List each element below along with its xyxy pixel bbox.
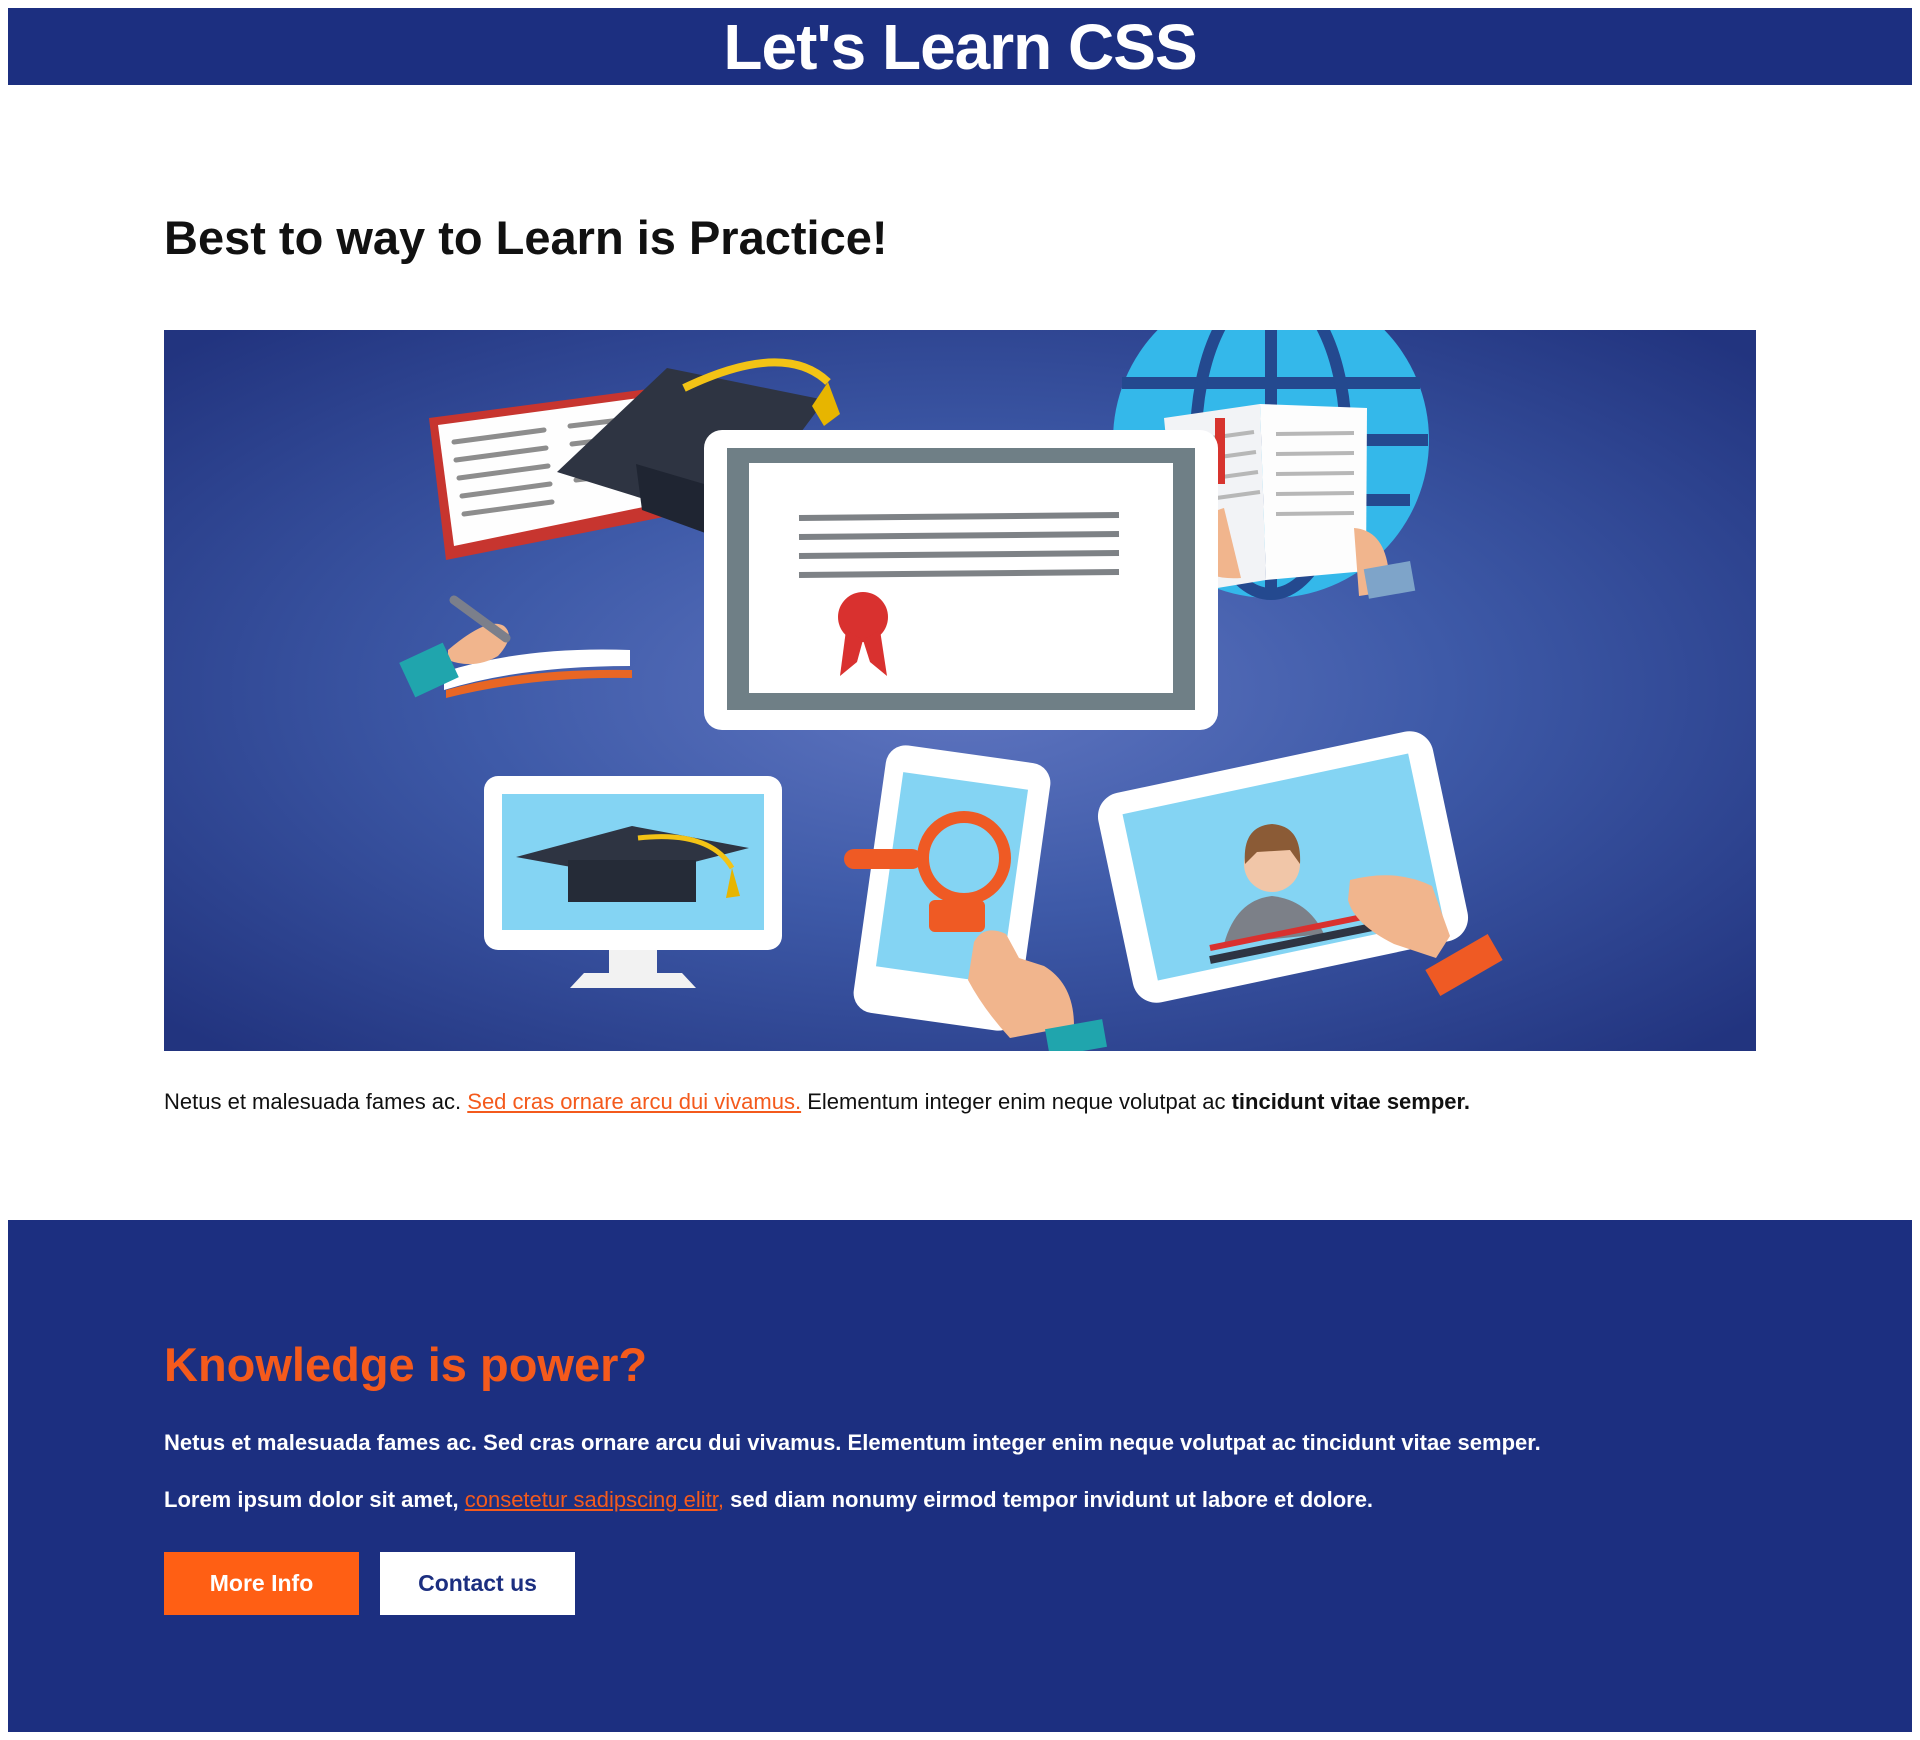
intro-paragraph-bold: tincidunt vitae semper. bbox=[1231, 1088, 1470, 1114]
intro-section: Best to way to Learn is Practice! Netus … bbox=[8, 85, 1912, 1118]
contact-us-button[interactable]: Contact us bbox=[380, 1552, 575, 1616]
cta-heading: Knowledge is power? bbox=[164, 1338, 648, 1391]
cta-paragraph-2-lead: Lorem ipsum dolor sit amet, bbox=[164, 1486, 465, 1512]
intro-paragraph: Netus et malesuada fames ac. Sed cras or… bbox=[164, 1086, 1756, 1118]
cta-paragraph-2-tail: sed diam nonumy eirmod tempor invidunt u… bbox=[723, 1486, 1374, 1512]
cta-paragraph-1: Netus et malesuada fames ac. Sed cras or… bbox=[164, 1429, 1541, 1455]
page-frame: Let's Learn CSS Best to way to Learn is … bbox=[8, 8, 1912, 1732]
intro-paragraph-middle: Elementum integer enim neque volutpat ac bbox=[801, 1088, 1232, 1114]
intro-paragraph-lead: Netus et malesuada fames ac. bbox=[164, 1088, 468, 1114]
education-hero-illustration bbox=[164, 329, 1756, 1051]
site-header: Let's Learn CSS bbox=[8, 8, 1912, 85]
cta-section: Knowledge is power? Netus et malesuada f… bbox=[8, 1220, 1912, 1732]
intro-heading: Best to way to Learn is Practice! bbox=[164, 211, 888, 264]
certificate-screen-icon bbox=[704, 429, 1218, 730]
cta-button-row: More Info Contact us bbox=[164, 1552, 1756, 1616]
cta-inline-link[interactable]: consetetur sadipscing elitr, bbox=[465, 1487, 724, 1512]
intro-inline-link[interactable]: Sed cras ornare arcu dui vivamus. bbox=[467, 1089, 801, 1114]
cta-inner: Knowledge is power? Netus et malesuada f… bbox=[8, 1220, 1912, 1616]
site-title: Let's Learn CSS bbox=[723, 10, 1197, 83]
cta-paragraph-2: Lorem ipsum dolor sit amet, consetetur s… bbox=[164, 1484, 1756, 1516]
more-info-button[interactable]: More Info bbox=[164, 1552, 359, 1616]
